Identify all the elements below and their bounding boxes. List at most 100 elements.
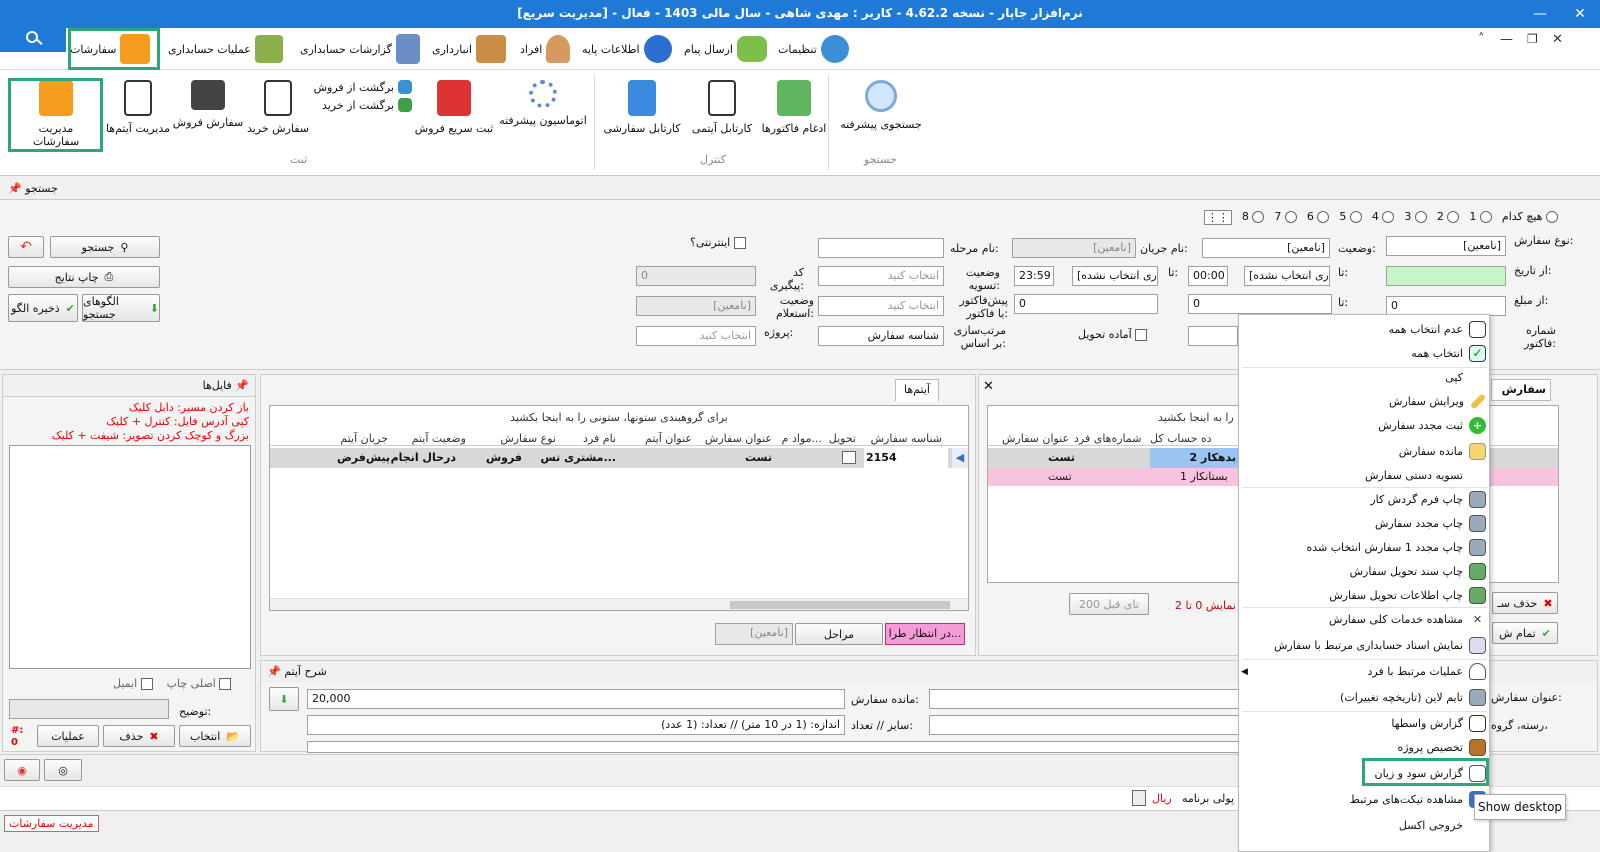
stages-button[interactable]: مراحل [795, 623, 883, 645]
delete-order-button[interactable]: ✖ حذف سـ [1492, 592, 1558, 614]
menu-people[interactable]: افراد [520, 30, 571, 68]
to-time-input[interactable]: 23:59 [1014, 266, 1054, 286]
menu-item-print-delivery-doc[interactable]: چاپ سند تحویل سفارش [1239, 559, 1489, 583]
radio-none[interactable]: هیچ کدام [1502, 210, 1558, 225]
menu-item-intermediaries-report[interactable]: گزارش واسطها [1239, 711, 1489, 735]
status-filter[interactable]: در انتظار طرا... [885, 623, 965, 645]
settle-select[interactable]: انتخاب کنید [818, 266, 944, 286]
menu-item-excel-export[interactable]: خروجی اکسل [1239, 813, 1489, 837]
select-file-button[interactable]: 📂 انتخاب [179, 725, 251, 747]
description-input[interactable] [9, 699, 169, 719]
menu-item-manual-settle[interactable]: تسویه دستی سفارش [1239, 463, 1489, 487]
radio-1[interactable]: 1 [1469, 210, 1492, 225]
menu-accounting-ops[interactable]: عملیات حسابداری [168, 30, 283, 68]
sort-select[interactable]: شناسه سفارش [818, 326, 944, 346]
menu-accounting-reports[interactable]: گزارشات حسابداری [300, 30, 420, 68]
tracking-code-input[interactable]: 0 [636, 266, 756, 286]
radio-7[interactable]: 7 [1274, 210, 1297, 225]
minimize-mdi-button[interactable]: — [1500, 32, 1513, 47]
from-amount-input[interactable]: 0 [1386, 296, 1506, 316]
minimize-button[interactable]: — [1520, 0, 1560, 28]
pin-icon[interactable]: 📌 [235, 379, 249, 392]
radio-8[interactable]: 8 [1242, 210, 1265, 225]
tab-orders[interactable]: سفارش [1491, 379, 1551, 401]
menu-item-print-delivery-info[interactable]: چاپ اطلاعات تحویل سفارش [1239, 583, 1489, 607]
radio-2[interactable]: 2 [1437, 210, 1460, 225]
calculator-icon[interactable] [1132, 790, 1146, 806]
menu-item-deselect-all[interactable]: عدم انتخاب همه [1239, 317, 1489, 341]
restore-mdi-button[interactable]: ❐ [1527, 32, 1538, 46]
category-input[interactable] [929, 715, 1239, 735]
menu-item-assign-project[interactable]: تخصیص پروژه [1239, 735, 1489, 759]
amount-input-2[interactable]: 0 [1014, 294, 1158, 314]
menu-item-reprint-order[interactable]: چاپ مجدد سفارش [1239, 511, 1489, 535]
operations-button[interactable]: عملیات [37, 725, 99, 747]
menu-item-order-balance[interactable]: مانده سفارش [1239, 439, 1489, 463]
radio-4[interactable]: 4 [1372, 210, 1395, 225]
radio-6[interactable]: 6 [1307, 210, 1330, 225]
more-icon[interactable]: ⋮⋮ [1203, 210, 1232, 225]
menu-send-message[interactable]: ارسال پیام [684, 30, 767, 68]
preinvoice-select[interactable]: انتخاب کنید [818, 296, 944, 316]
radio-3[interactable]: 3 [1404, 210, 1427, 225]
status-select[interactable]: [نامعین] [1202, 238, 1330, 258]
close-mdi-button[interactable]: ✕ [1552, 32, 1563, 47]
menu-item-copy[interactable]: کپی [1239, 365, 1489, 389]
stage-filter-select[interactable]: [نامعین] [715, 623, 793, 645]
remaining-input[interactable]: 20,000 [307, 689, 845, 709]
back-button[interactable]: ↶ [8, 236, 44, 258]
stage-select[interactable] [818, 238, 944, 258]
ribbon-automation[interactable]: اتوماسیون پیشرفته [498, 76, 588, 168]
tab-items[interactable]: آیتم‌ها [895, 379, 939, 401]
order-type-select[interactable]: [نامعین] [1386, 236, 1506, 256]
from-time-input[interactable]: 00:00 [1188, 266, 1228, 286]
ribbon-item-management[interactable]: مدیریت آیتم‌ها [100, 76, 176, 168]
menu-item-select-all[interactable]: ✓ انتخاب همه [1239, 341, 1489, 365]
to-date-input[interactable]: [هیچ مقداری انتخاب نشده] [1072, 266, 1158, 286]
me-field[interactable] [1386, 266, 1506, 286]
print-original-checkbox[interactable]: اصلی چاپ [167, 677, 232, 690]
from-date-input[interactable]: [هیچ مقداری انتخاب نشده] [1244, 266, 1330, 286]
inquiry-select[interactable]: [نامعین] [636, 296, 756, 316]
search-menu-button[interactable] [0, 28, 66, 52]
internet-checkbox[interactable]: اینترنتی؟ [690, 236, 746, 249]
save-pattern-button[interactable]: ✔ ذخیره الگو [8, 294, 78, 322]
delete-file-button[interactable]: ✖ حذف [103, 725, 175, 747]
menu-item-reprint-selected[interactable]: چاپ مجدد 1 سفارش انتخاب شده [1239, 535, 1489, 559]
menu-item-accounting-docs[interactable]: نمایش اسناد حسابداری مرتبط با سفارش [1239, 633, 1489, 657]
search-patterns-button[interactable]: ⬇ الگوهای جستجو [82, 294, 160, 322]
ribbon-merge-invoices[interactable]: ادغام فاکتورها [754, 76, 834, 168]
ribbon-custom-cartable[interactable]: کارتابل سفارشی [602, 76, 682, 168]
print-results-button[interactable]: ⎙ چاپ نتایج [8, 266, 160, 288]
horizontal-scrollbar[interactable] [270, 598, 968, 610]
menu-item-timeline[interactable]: تایم لاین (تاریخچه تغییرات) [1239, 685, 1489, 709]
pin-icon[interactable]: 📌 [8, 182, 22, 195]
order-title-input[interactable] [929, 689, 1239, 709]
return-from-purchase[interactable]: برگشت از خرید [312, 96, 412, 114]
pin-icon[interactable]: 📌 [267, 665, 281, 678]
size-count-input[interactable]: اندازه: (1 در 10 متر) // تعداد: (1 عدد) [307, 715, 845, 735]
flow-select[interactable]: [نامعین] [1012, 238, 1136, 258]
radio-5[interactable]: 5 [1339, 210, 1362, 225]
menu-item-reorder[interactable]: + ثبت مجدد سفارش [1239, 413, 1489, 437]
email-checkbox[interactable]: ایمیل [113, 677, 153, 690]
menu-item-view-tickets[interactable]: مشاهده تیکت‌های مرتبط [1239, 787, 1489, 811]
prev-200-button[interactable]: 200 تای قبل [1069, 593, 1149, 615]
menu-settings[interactable]: تنظیمات [778, 30, 849, 68]
return-from-sale[interactable]: برگشت از فروش [312, 78, 412, 96]
invoice-select[interactable] [1188, 326, 1238, 346]
download-button[interactable]: ⬇ [269, 687, 299, 711]
close-button[interactable]: ✕ [1560, 0, 1600, 28]
lifebuoy-button[interactable]: ◉ [4, 759, 40, 781]
files-list[interactable] [9, 445, 251, 669]
eye-button[interactable]: ◎ [44, 759, 82, 781]
ribbon-sales-order[interactable]: سفارش فروش [170, 76, 246, 168]
menu-warehouse[interactable]: انبارداری [432, 30, 506, 68]
to-amount-input[interactable]: 0 [1188, 294, 1332, 314]
collapse-icon[interactable]: ˄ [1478, 32, 1485, 47]
menu-item-person-ops[interactable]: عملیات مرتبط با فرد [1239, 659, 1489, 683]
menu-item-view-services[interactable]: ✕ مشاهده خدمات کلی سفارش [1239, 607, 1489, 631]
project-select[interactable]: انتخاب کنید [636, 326, 756, 346]
menu-item-print-workflow[interactable]: چاپ فرم گردش کار [1239, 487, 1489, 511]
complete-order-button[interactable]: ✔ تمام ش [1492, 622, 1558, 644]
